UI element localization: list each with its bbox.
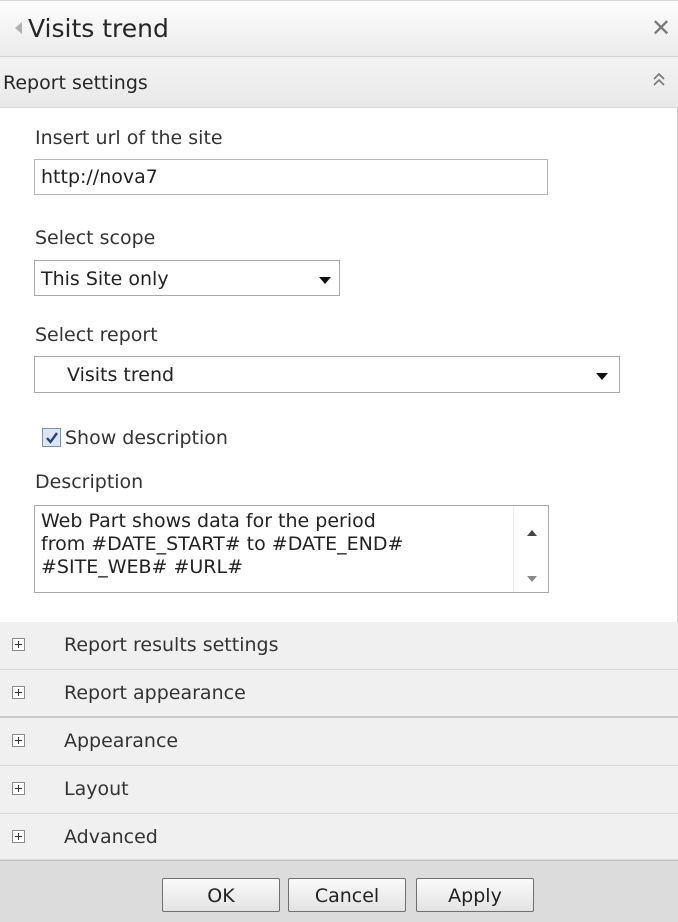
section-layout[interactable]: Layout [0, 766, 678, 814]
dropdown-arrow-icon [596, 373, 608, 380]
section-label: Report results settings [64, 634, 279, 656]
site-url-input[interactable] [34, 159, 548, 195]
apply-button[interactable]: Apply [416, 878, 534, 912]
description-text: Web Part shows data for the period from … [41, 510, 511, 579]
dropdown-arrow-icon [319, 277, 331, 284]
url-label: Insert url of the site [35, 127, 223, 149]
report-settings-title: Report settings [3, 72, 148, 94]
close-icon[interactable]: ✕ [651, 16, 671, 40]
description-textarea[interactable]: Web Part shows data for the period from … [34, 505, 549, 593]
double-chevron-up-icon[interactable] [652, 69, 666, 91]
section-label: Advanced [64, 826, 158, 848]
scope-label: Select scope [35, 227, 156, 249]
checkmark-icon [46, 432, 58, 444]
expand-plus-icon[interactable] [12, 638, 25, 651]
report-settings-header[interactable]: Report settings [0, 57, 678, 108]
pane-title-bar: Visits trend ✕ [0, 0, 678, 57]
section-label: Appearance [64, 730, 179, 752]
section-label: Layout [64, 778, 129, 800]
section-appearance[interactable]: Appearance [0, 718, 678, 766]
scope-selected-value: This Site only [41, 268, 169, 290]
web-part-tool-pane: Visits trend ✕ Report settings Insert ur… [0, 0, 678, 922]
description-line: from #DATE_START# to #DATE_END# [41, 533, 404, 555]
expand-plus-icon[interactable] [12, 782, 25, 795]
pane-title: Visits trend [28, 14, 169, 43]
section-advanced[interactable]: Advanced [0, 814, 678, 860]
scroll-up-arrow-icon[interactable] [527, 530, 537, 536]
section-report-appearance[interactable]: Report appearance [0, 670, 678, 718]
textarea-scrollbar[interactable] [513, 506, 548, 592]
show-description-checkbox[interactable] [42, 428, 61, 447]
description-label: Description [35, 471, 144, 493]
expand-plus-icon[interactable] [12, 830, 25, 843]
scope-select[interactable]: This Site only [34, 260, 340, 296]
pane-footer: OK Cancel Apply [0, 860, 678, 922]
scroll-down-arrow-icon[interactable] [527, 576, 537, 582]
collapse-arrow-icon[interactable] [15, 22, 22, 34]
section-report-results-settings[interactable]: Report results settings [0, 622, 678, 670]
report-select[interactable]: Visits trend [34, 356, 620, 393]
section-label: Report appearance [64, 682, 246, 704]
description-line: #SITE_WEB# #URL# [41, 556, 244, 578]
cancel-button[interactable]: Cancel [288, 878, 406, 912]
show-description-label[interactable]: Show description [65, 427, 228, 449]
description-line: Web Part shows data for the period [41, 510, 376, 532]
report-label: Select report [35, 324, 158, 346]
expand-plus-icon[interactable] [12, 734, 25, 747]
ok-button[interactable]: OK [162, 878, 280, 912]
report-selected-value: Visits trend [67, 364, 175, 386]
expand-plus-icon[interactable] [12, 686, 25, 699]
